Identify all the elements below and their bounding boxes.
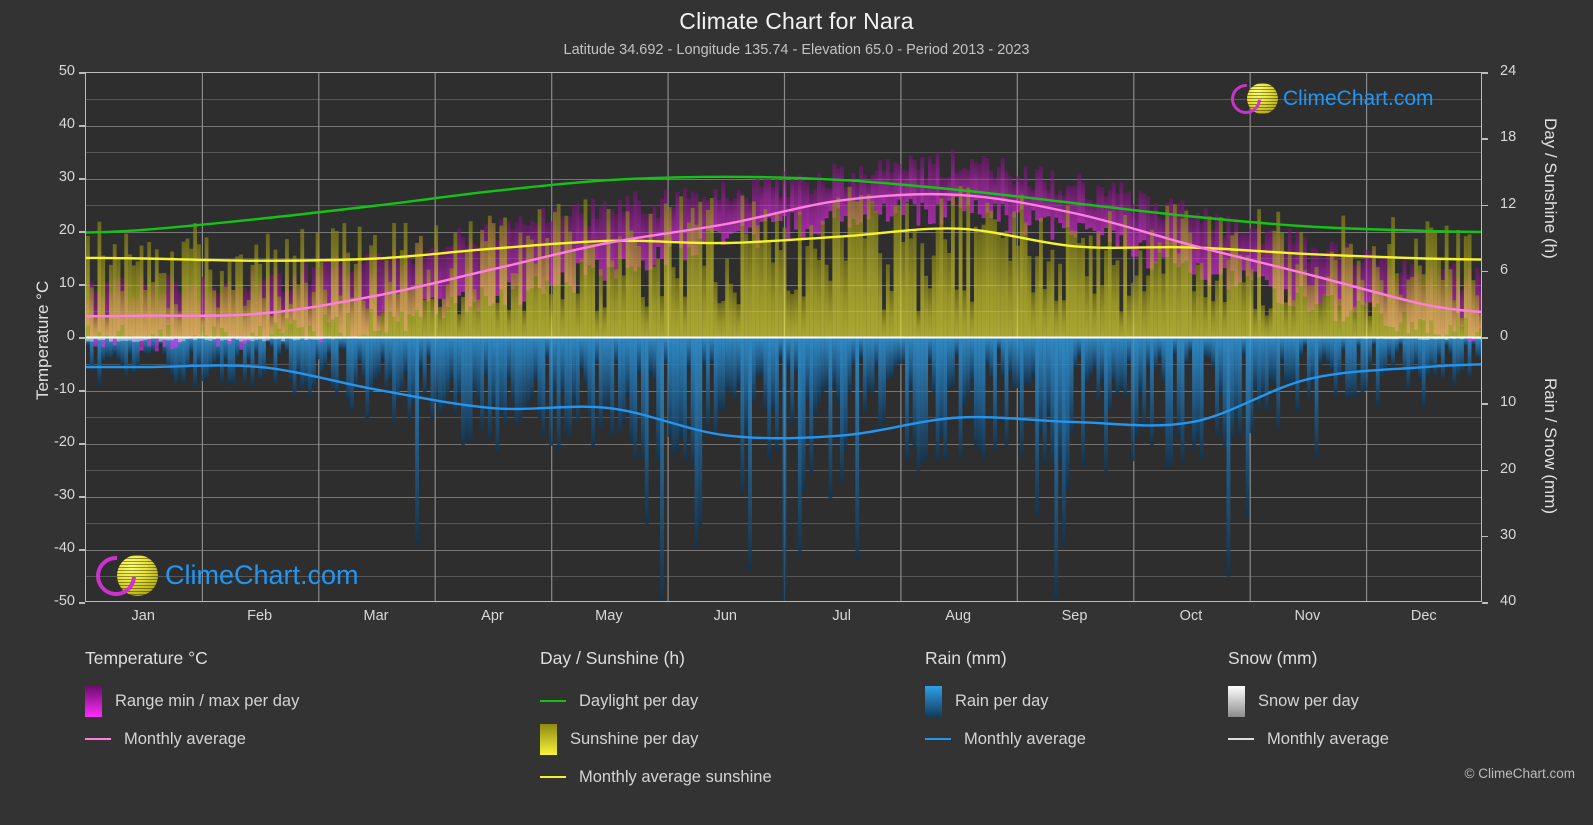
legend-item-sunshine-per-day[interactable]: Sunshine per day [540,720,772,758]
page-title: Climate Chart for Nara [679,8,914,34]
watermark-text-small: ClimeChart.com [1283,86,1434,110]
legend-item-label: Rain per day [955,691,1049,710]
x-tick-nov: Nov [1294,608,1321,624]
y-tickmark [79,231,85,233]
y-tick-20: 20 [58,222,75,238]
legend-item-label: Sunshine per day [570,729,699,748]
x-tick-aug: Aug [945,608,972,624]
legend-column-rain-mm: Rain (mm) Rain per day Monthly average [925,648,1086,758]
y-tickmark [79,390,85,392]
y-tick-10: 10 [58,275,75,291]
y2-top-tick-0: 0 [1500,328,1509,344]
x-tick-mar: Mar [363,608,389,624]
legend-heading: Temperature °C [85,648,208,668]
climate-chart-plot: ClimeChart.com ClimeChart.com [85,72,1482,602]
y-tick-0: 0 [66,328,75,344]
x-tick-feb: Feb [247,608,273,624]
y-tick-neg50: -50 [54,593,75,609]
legend-item-monthly-average[interactable]: Monthly average [925,720,1086,758]
y-tickmark [79,443,85,445]
legend-heading: Day / Sunshine (h) [540,648,685,668]
y2-tickmark [1482,138,1488,140]
y-tick-40: 40 [58,116,75,132]
x-tick-may: May [595,608,623,624]
y2-tickmark [1482,72,1488,74]
x-tick-sep: Sep [1061,608,1088,624]
y-tick-50: 50 [58,63,75,79]
legend-item-rain-per-day[interactable]: Rain per day [925,682,1086,720]
y2-bottom-tick-10: 10 [1500,394,1517,411]
chart-legend: Temperature °C Range min / max per day Mon… [0,648,1593,825]
y2-tickmark [1482,403,1488,405]
y2-top-tick-18: 18 [1500,129,1517,146]
y2-bottom-tick-40: 40 [1500,593,1517,609]
x-tick-apr: Apr [481,608,504,624]
y-tick-neg10: -10 [54,381,75,397]
legend-item-label: Daylight per day [579,691,699,710]
y-tickmark [79,284,85,286]
y2-tickmark [1482,602,1488,604]
legend-column-temperature-c: Temperature °C Range min / max per day Mon… [85,648,299,758]
y-tick-neg20: -20 [54,434,75,450]
y-tickmark [79,337,85,339]
x-tick-jan: Jan [131,608,155,624]
legend-item-daylight-per-day[interactable]: Daylight per day [540,682,772,720]
x-tick-oct: Oct [1179,608,1203,624]
x-tick-jul: Jul [832,608,851,624]
legend-item-label: Monthly average [124,729,246,748]
y-tickmark [79,72,85,74]
legend-line-icon [85,738,111,740]
legend-item-monthly-average[interactable]: Monthly average [1228,720,1389,758]
legend-line-icon [540,700,566,702]
legend-heading: Snow (mm) [1228,648,1318,668]
y2-tickmark [1482,270,1488,273]
legend-swatch-icon [540,723,557,755]
legend-swatch-icon [925,685,942,717]
y2-top-tick-6: 6 [1500,261,1509,278]
copyright-notice: © ClimeChart.com [1464,766,1575,781]
chart-canvas [86,73,1481,601]
watermark-logo-header: ClimeChart.com [1224,77,1434,120]
y-tick-neg30: -30 [54,487,75,503]
legend-item-range-min-max-per-day[interactable]: Range min / max per day [85,682,299,720]
legend-item-snow-per-day[interactable]: Snow per day [1228,682,1389,720]
chart-subtitle: Latitude 34.692 - Longitude 135.74 - Ele… [563,42,1030,58]
y2-tickmark [1482,204,1488,206]
y-tickmark [79,125,85,127]
legend-line-icon [1228,738,1254,740]
y2-tickmark [1482,535,1488,538]
x-tick-jun: Jun [713,608,737,624]
legend-item-monthly-average-sunshine[interactable]: Monthly average sunshine [540,758,772,796]
y-tick-30: 30 [58,169,75,185]
legend-item-label: Range min / max per day [115,691,300,710]
y2-bottom-tick-20: 20 [1500,460,1517,477]
legend-item-label: Snow per day [1258,691,1359,710]
y2-bottom-tick-30: 30 [1500,526,1517,543]
legend-item-label: Monthly average [1267,729,1389,748]
y-tickmark [79,602,85,604]
legend-swatch-icon [1228,685,1245,717]
watermark-text: ClimeChart.com [165,560,359,590]
legend-column-snow-mm: Snow (mm) Snow per day Monthly average [1228,648,1389,758]
y-tick-neg40: -40 [54,540,75,556]
y-tickmark [79,178,85,180]
watermark-logo-plot: ClimeChart.com [87,547,359,601]
legend-item-monthly-average[interactable]: Monthly average [85,720,299,758]
y2-tickmark [1482,337,1488,339]
y2-top-tick-24: 24 [1500,63,1517,79]
y2-tickmark [1482,469,1488,471]
legend-column-day-sunshine-h: Day / Sunshine (h) Daylight per day Sunshi… [540,648,772,796]
y-tickmark [79,496,85,498]
legend-swatch-icon [85,685,102,717]
y2-top-tick-12: 12 [1500,195,1517,212]
y-tickmark [79,549,85,551]
legend-line-icon [540,776,566,778]
legend-heading: Rain (mm) [925,648,1007,668]
x-tick-dec: Dec [1410,608,1437,624]
legend-item-label: Monthly average [964,729,1086,748]
legend-line-icon [925,738,951,740]
legend-item-label: Monthly average sunshine [579,767,772,786]
